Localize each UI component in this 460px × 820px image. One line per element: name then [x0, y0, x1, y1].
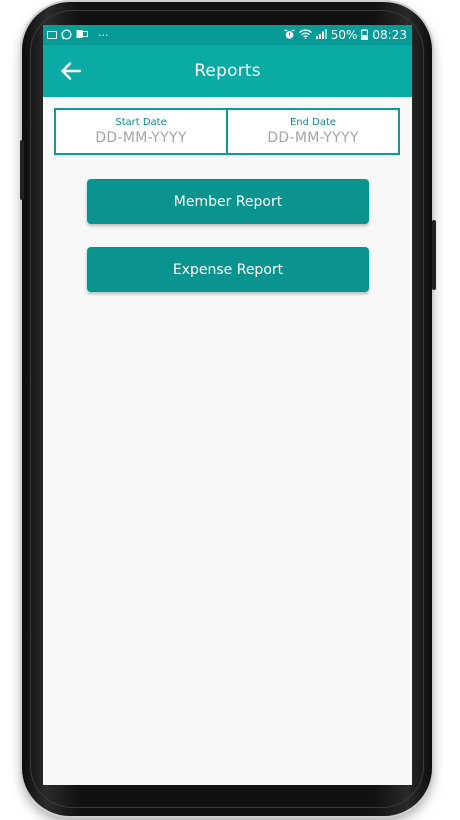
more-notifications-icon: ··· [98, 28, 109, 42]
power-button [432, 220, 436, 290]
date-range-picker: Start Date DD-MM-YYYY End Date DD-MM-YYY… [54, 108, 400, 155]
alarm-icon [284, 29, 295, 42]
clock: 08:23 [372, 28, 407, 42]
page-title: Reports [194, 61, 261, 81]
battery-percent: 50% [330, 28, 358, 42]
start-date-value: DD-MM-YYYY [95, 130, 187, 146]
outlook-notification-icon [76, 29, 88, 41]
gallery-notification-icon [47, 31, 57, 39]
battery-icon [361, 28, 369, 42]
signal-icon [315, 29, 327, 41]
status-bar-right: 50% 08:23 [284, 28, 407, 42]
whatsapp-notification-icon [61, 28, 72, 42]
volume-button [20, 140, 24, 200]
end-date-label: End Date [289, 117, 337, 128]
status-bar-left: ··· [47, 28, 109, 42]
back-button[interactable] [57, 57, 85, 85]
screen: ··· 50% 08:23 Reports Start Date DD-MM-Y… [43, 25, 412, 785]
member-report-button[interactable]: Member Report [87, 179, 369, 224]
start-date-field[interactable]: Start Date DD-MM-YYYY [56, 110, 226, 153]
wifi-icon [298, 29, 312, 41]
end-date-field[interactable]: End Date DD-MM-YYYY [226, 110, 398, 153]
app-bar: Reports [43, 45, 412, 97]
end-date-value: DD-MM-YYYY [267, 130, 359, 146]
status-bar: ··· 50% 08:23 [43, 25, 412, 45]
expense-report-button[interactable]: Expense Report [87, 247, 369, 292]
arrow-left-icon [61, 62, 82, 80]
start-date-label: Start Date [115, 117, 167, 128]
